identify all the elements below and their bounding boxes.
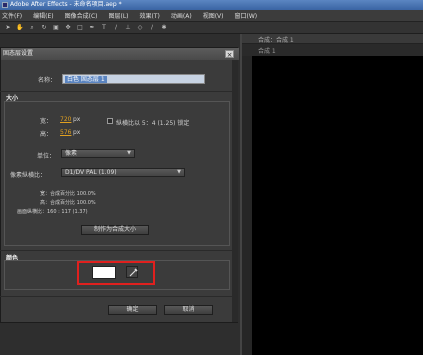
pixel-aspect-select[interactable]: D1/DV PAL (1.09) ▼ (61, 168, 185, 177)
units-select[interactable]: 像素 ▼ (61, 149, 135, 158)
app-icon (2, 2, 8, 8)
color-highlight-box (77, 261, 155, 285)
dropdown-arrow-icon: ▼ (127, 150, 131, 156)
pixel-aspect-label: 像素纵横比： (10, 172, 47, 179)
composition-tab[interactable]: 合成：合成 1 (258, 35, 294, 44)
width-label: 宽： (40, 118, 53, 125)
make-comp-size-button[interactable]: 制作为合成大小 (81, 225, 149, 235)
dropdown-arrow-icon: ▼ (177, 169, 181, 175)
brush-tool-icon[interactable]: ∕ (112, 24, 120, 32)
camera-tool-icon[interactable]: ▣ (52, 24, 60, 32)
menu-animation[interactable]: 动画(A) (171, 11, 192, 20)
menu-layer[interactable]: 图层(L) (109, 11, 129, 20)
mask-tool-icon[interactable]: □ (76, 24, 84, 32)
zoom-tool-icon[interactable]: ⌕ (28, 24, 36, 32)
divider (0, 250, 238, 251)
composition-tab-bar: 合成：合成 1 (242, 34, 423, 44)
composition-panel: 合成：合成 1 合成 1 (240, 34, 423, 355)
stamp-tool-icon[interactable]: ⊥ (124, 24, 132, 32)
cancel-button[interactable]: 取消 (164, 305, 213, 315)
menu-edit[interactable]: 编辑(E) (33, 11, 53, 20)
menu-view[interactable]: 视图(V) (203, 11, 224, 20)
menu-window[interactable]: 窗口(W) (234, 11, 257, 20)
name-field[interactable]: 白色 固态层 1 (62, 74, 205, 84)
divider (0, 296, 238, 297)
app-title-bar: Adobe After Effects - 未命名项目.aep * (0, 0, 423, 10)
width-value[interactable]: 720 (60, 116, 71, 123)
height-unit: px (73, 129, 81, 136)
dialog-title-bar: 固态层设置 (1, 48, 239, 60)
name-label: 名称： (38, 77, 57, 84)
height-label: 高： (40, 131, 53, 138)
hand-tool-icon[interactable]: ✋ (16, 24, 24, 32)
info-height: 高：合成百分比 100.0% (40, 200, 96, 206)
menu-composition[interactable]: 图像合成(C) (65, 11, 98, 20)
pen-tool-icon[interactable]: ✒ (88, 24, 96, 32)
puppet-tool-icon[interactable]: ✱ (160, 24, 168, 32)
width-unit: px (73, 116, 81, 123)
dialog-right-edge (232, 60, 238, 322)
menu-effect[interactable]: 效果(T) (140, 11, 160, 20)
pan-behind-tool-icon[interactable]: ✥ (64, 24, 72, 32)
dialog-title: 固态层设置 (3, 50, 34, 57)
menu-file[interactable]: 文件(F) (2, 11, 22, 20)
lock-aspect-label: 纵横比以 5：4 (1.25) 锁定 (116, 120, 190, 127)
ok-button[interactable]: 确定 (108, 305, 157, 315)
units-select-value: 像素 (65, 150, 78, 157)
height-value[interactable]: 576 (60, 129, 71, 136)
pixel-aspect-select-value: D1/DV PAL (1.09) (65, 169, 117, 176)
composition-breadcrumb[interactable]: 合成 1 (258, 46, 276, 55)
close-icon[interactable]: × (225, 50, 234, 59)
eyedropper-icon[interactable] (126, 266, 138, 278)
name-field-value: 白色 固态层 1 (65, 76, 107, 83)
lock-aspect-checkbox[interactable] (107, 118, 113, 124)
units-label: 单位： (37, 153, 56, 160)
app-title: Adobe After Effects - 未命名项目.aep * (10, 1, 122, 8)
rotate-tool-icon[interactable]: ↻ (40, 24, 48, 32)
color-swatch[interactable] (92, 266, 116, 279)
info-frame-aspect: 画面纵横比：160 : 117 (1.37) (17, 209, 88, 215)
composition-sub-bar: 合成 1 (242, 44, 423, 56)
selection-tool-icon[interactable]: ➤ (4, 24, 12, 32)
menu-bar: 文件(F) 编辑(E) 图像合成(C) 图层(L) 效果(T) 动画(A) 视图… (0, 10, 423, 22)
tools-toolbar: ➤ ✋ ⌕ ↻ ▣ ✥ □ ✒ T ∕ ⊥ ◇ ∕ ✱ (0, 22, 423, 34)
roto-brush-tool-icon[interactable]: ∕ (148, 24, 156, 32)
info-width: 宽：合成百分比 100.0% (40, 191, 96, 197)
composition-viewer-edge (242, 56, 252, 355)
divider (0, 91, 238, 92)
eraser-tool-icon[interactable]: ◇ (136, 24, 144, 32)
text-tool-icon[interactable]: T (100, 24, 108, 32)
